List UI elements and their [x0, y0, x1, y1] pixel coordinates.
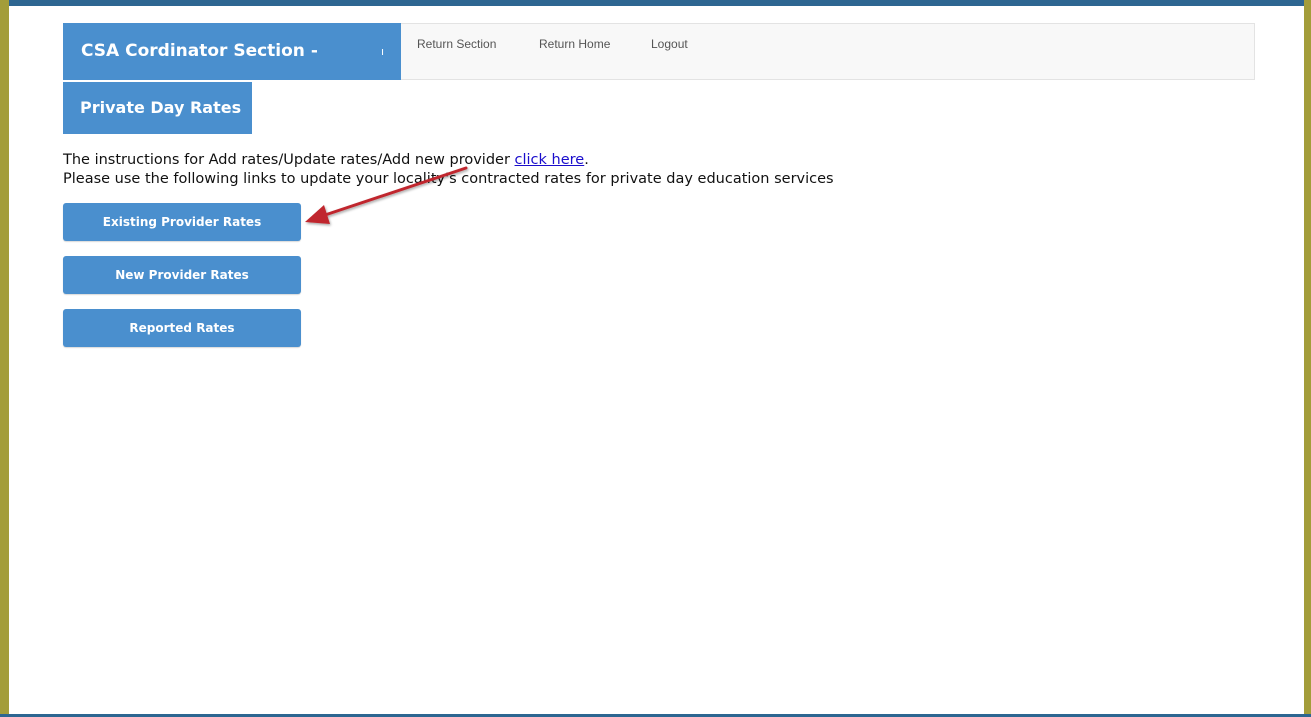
instructions-line: The instructions for Add rates/Update ra… — [63, 152, 589, 168]
nav-logout[interactable]: Logout — [651, 37, 688, 51]
page-title: Private Day Rates — [63, 82, 252, 134]
brand-title-label: CSA Cordinator Section - — [81, 41, 318, 61]
instructions-link[interactable]: click here — [515, 152, 585, 168]
nav-return-section[interactable]: Return Section — [417, 37, 496, 51]
brand-title[interactable]: CSA Cordinator Section - ı — [63, 23, 401, 80]
instructions-text: The instructions for Add rates/Update ra… — [63, 152, 515, 168]
brand-separator: ı — [381, 45, 385, 58]
nav-return-home[interactable]: Return Home — [539, 37, 610, 51]
window-frame-top — [0, 0, 1311, 6]
existing-provider-rates-button[interactable]: Existing Provider Rates — [63, 203, 301, 241]
new-provider-rates-button[interactable]: New Provider Rates — [63, 256, 301, 294]
instructions-suffix: . — [584, 152, 589, 168]
window-frame-right — [1304, 0, 1311, 717]
reported-rates-button[interactable]: Reported Rates — [63, 309, 301, 347]
window-frame-left — [0, 0, 9, 717]
instructions-line-2: Please use the following links to update… — [63, 171, 834, 187]
